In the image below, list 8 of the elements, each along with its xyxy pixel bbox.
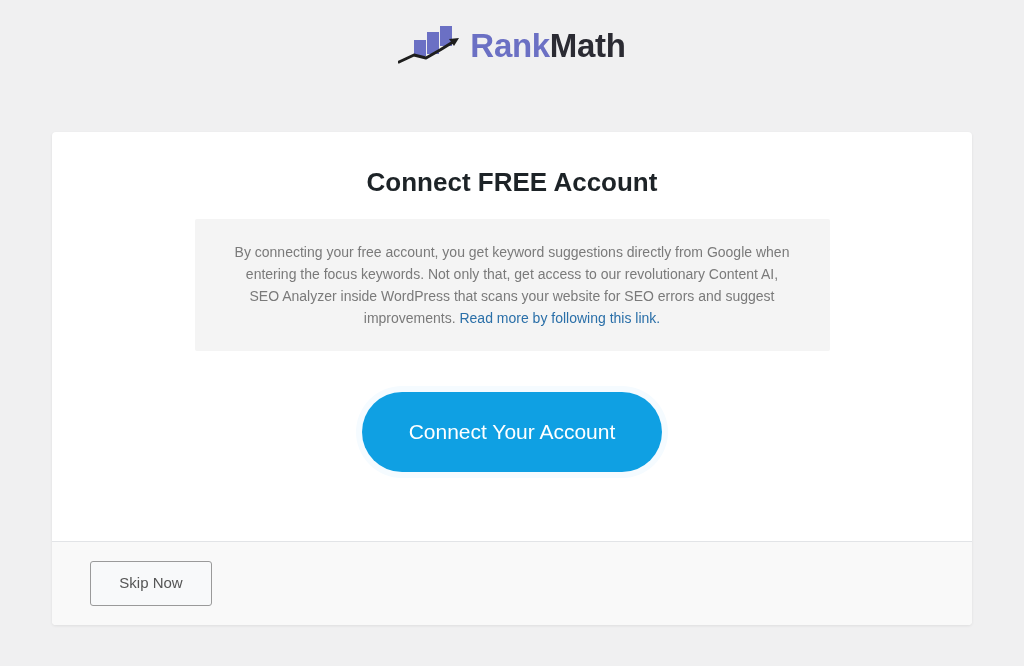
chart-arrow-logo-icon [398, 26, 461, 64]
read-more-link[interactable]: Read more by following this link. [459, 310, 661, 326]
skip-now-button[interactable]: Skip Now [90, 561, 212, 606]
connect-account-button[interactable]: Connect Your Account [362, 392, 662, 472]
description-text: By connecting your free account, you get keyword suggestions directly from Google when entering the focus keywords. Not only that, get access to our revolutionary Content AI, SEO Analyzer inside WordPress that scans your website for SEO errors and suggest improvements. Read more by following this link. [233, 243, 791, 328]
card-title: Connect FREE Account [366, 167, 658, 197]
logo-wordmark: Rank [470, 28, 550, 62]
logo-wordmark: Math [549, 28, 626, 62]
